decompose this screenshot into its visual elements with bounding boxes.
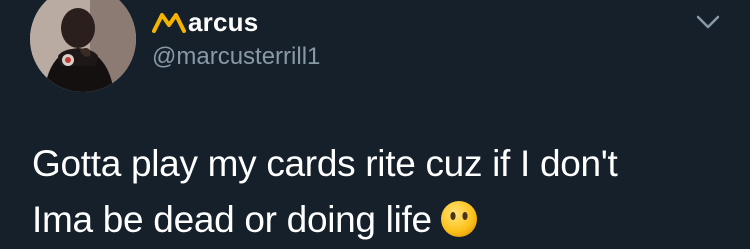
tweet-card: arcus @marcusterrill1 Gotta play my card… — [0, 0, 750, 249]
crown-m-icon — [152, 13, 186, 33]
chevron-down-icon[interactable] — [694, 12, 722, 32]
avatar-image — [30, 0, 136, 92]
avatar[interactable] — [30, 0, 136, 92]
tweet-text-line-1: Gotta play my cards rite cuz if I don't — [32, 143, 618, 184]
display-name: arcus — [188, 7, 259, 37]
tweet-text: Gotta play my cards rite cuz if I don't … — [32, 136, 732, 248]
user-handle[interactable]: @marcusterrill1 — [152, 42, 320, 72]
tweet-text-line-2-text: Ima be dead or doing life — [32, 199, 432, 240]
tweet-text-line-2: Ima be dead or doing life — [32, 192, 732, 248]
display-name-row[interactable]: arcus — [152, 6, 258, 38]
face-without-mouth-icon — [440, 201, 477, 237]
